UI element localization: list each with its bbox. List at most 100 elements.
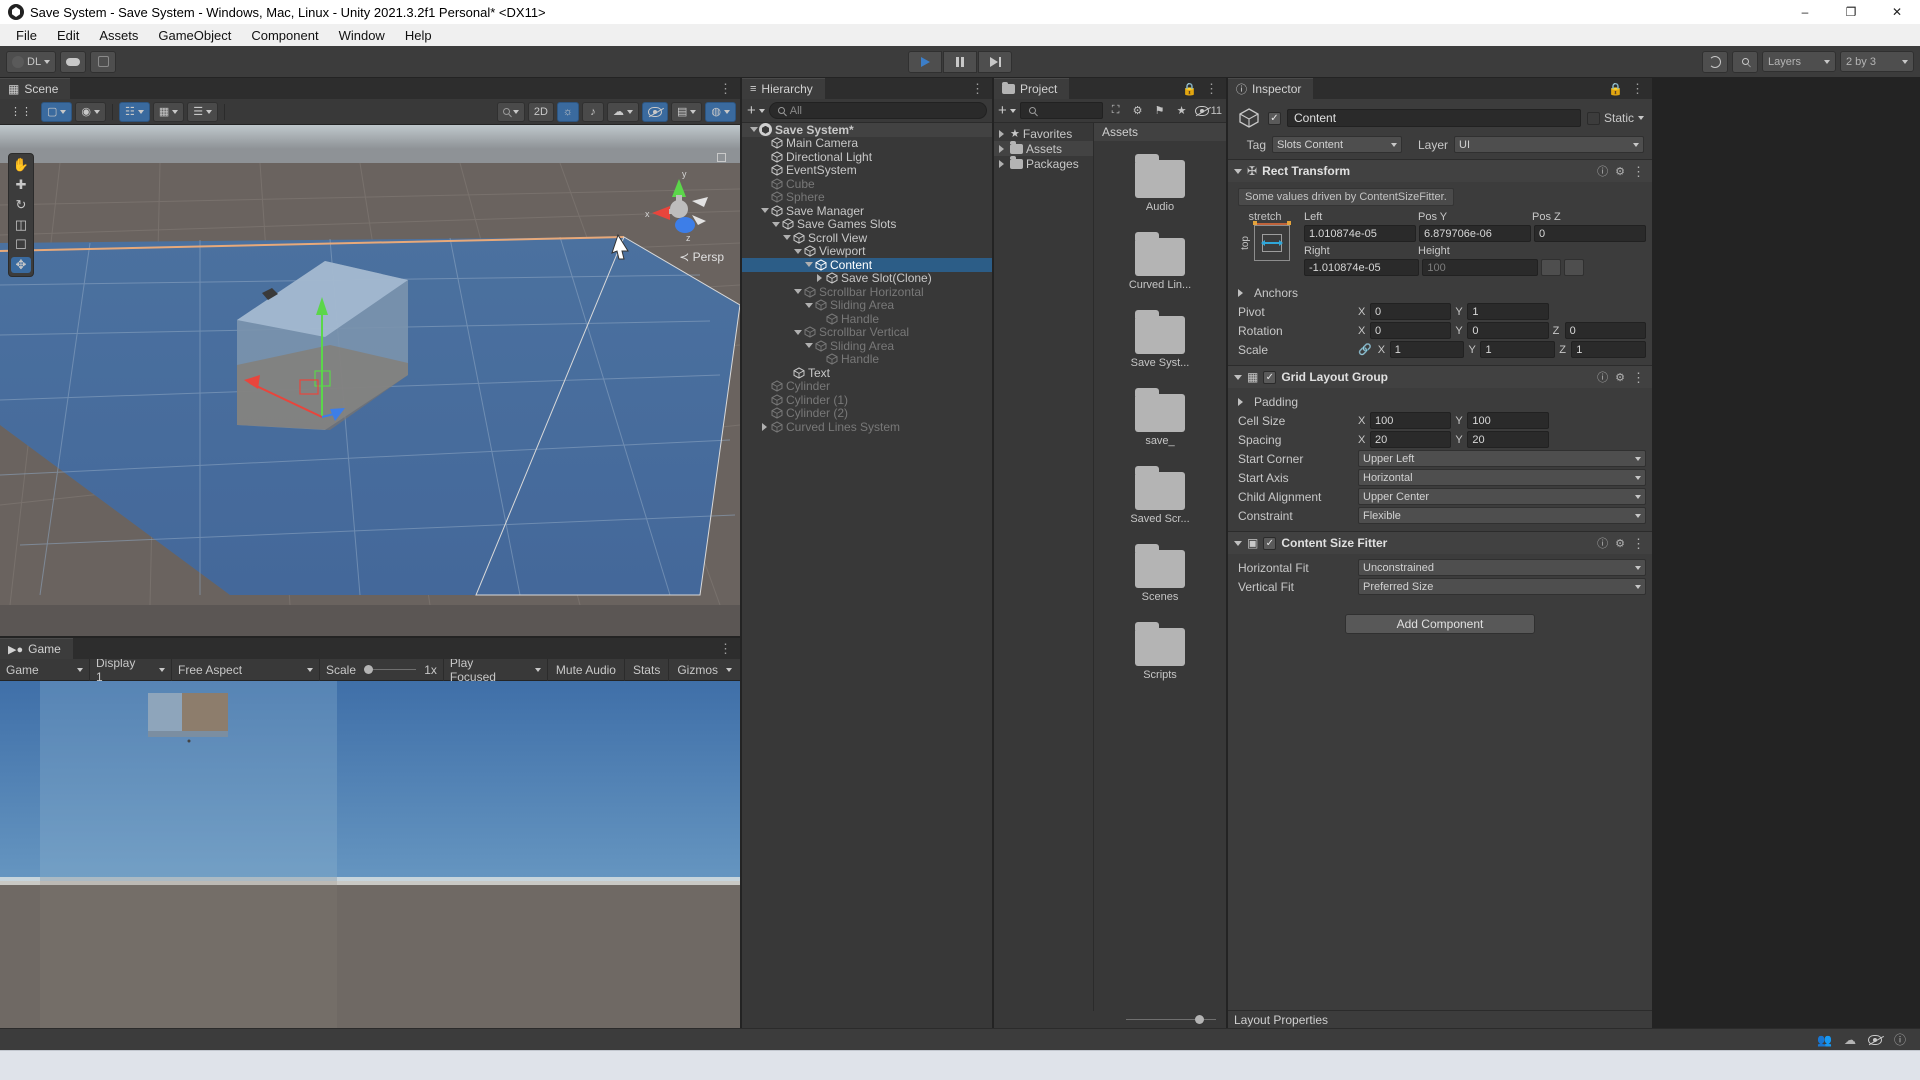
hierarchy-tree[interactable]: Save System* Main Camera Directional Light… <box>742 123 992 1028</box>
help-icon[interactable]: ⓘ <box>1597 369 1608 385</box>
chevron-right-icon[interactable] <box>996 129 1007 138</box>
hierarchy-item[interactable]: EventSystem <box>742 163 992 177</box>
pos-y-field[interactable]: 6.879706e-06 <box>1419 225 1531 242</box>
menu-item-gameobject[interactable]: GameObject <box>148 26 241 45</box>
object-name-input[interactable]: Content <box>1287 109 1581 127</box>
scene-projection-label[interactable]: ≺ Persp <box>679 250 724 264</box>
project-tree-item[interactable]: Assets <box>994 141 1093 156</box>
undo-history-button[interactable] <box>1702 50 1728 73</box>
hierarchy-add-button[interactable]: + <box>747 103 765 118</box>
step-button[interactable] <box>978 50 1012 73</box>
maximize-button[interactable]: ❐ <box>1828 0 1874 24</box>
scene-snap-toggle[interactable]: ☰ <box>187 101 219 122</box>
scene-camera-dropdown[interactable]: ▤ <box>670 101 703 122</box>
project-folder-tree[interactable]: ★ Favorites Assets Packages <box>994 123 1094 1011</box>
cloud-button[interactable] <box>60 50 87 73</box>
project-search-input[interactable] <box>1019 102 1103 119</box>
hierarchy-item[interactable]: Main Camera <box>742 136 992 150</box>
scene-orientation-gizmo[interactable]: y x z <box>636 165 722 251</box>
kebab-icon[interactable]: ⋮ <box>1205 82 1219 95</box>
blueprint-mode-button[interactable] <box>1540 259 1561 276</box>
scene-gizmo-toggle[interactable]: ☷ <box>119 101 150 122</box>
slider-knob[interactable] <box>1195 1015 1204 1024</box>
game-tab-menu[interactable]: ⋮ <box>712 638 740 659</box>
menu-item-component[interactable]: Component <box>241 26 328 45</box>
menu-item-window[interactable]: Window <box>329 26 395 45</box>
hierarchy-item[interactable]: Save Manager <box>742 204 992 218</box>
hierarchy-item[interactable]: Handle <box>742 352 992 366</box>
chevron-right-icon[interactable] <box>814 274 825 283</box>
global-search-button[interactable] <box>1732 50 1758 73</box>
move-tool-icon[interactable]: ✚ <box>16 177 27 193</box>
menu-item-help[interactable]: Help <box>395 26 442 45</box>
rect-tool-icon[interactable]: ☐ <box>15 237 27 253</box>
chevron-down-icon[interactable] <box>759 208 770 214</box>
scene-search-button[interactable] <box>496 101 525 122</box>
hierarchy-item[interactable]: Cylinder <box>742 379 992 393</box>
project-asset-item[interactable]: Saved Scr... <box>1094 459 1226 537</box>
child-alignment-dropdown[interactable]: Upper Center <box>1358 488 1646 505</box>
project-asset-item[interactable]: Curved Lin... <box>1094 225 1226 303</box>
hierarchy-item[interactable]: Cylinder (1) <box>742 393 992 407</box>
grid-layout-enabled-checkbox[interactable]: ✓ <box>1263 370 1277 384</box>
static-checkbox[interactable] <box>1586 111 1600 125</box>
hierarchy-item[interactable]: Curved Lines System <box>742 420 992 434</box>
hierarchy-item[interactable]: Handle <box>742 312 992 326</box>
raw-edit-mode-button[interactable] <box>1563 259 1584 276</box>
project-tab-controls[interactable]: 🔒 ⋮ <box>1175 78 1226 99</box>
game-mute-audio-button[interactable]: Mute Audio <box>548 658 625 681</box>
rotation-x-field[interactable]: 0 <box>1370 322 1452 339</box>
rotate-tool-icon[interactable]: ↻ <box>16 197 27 213</box>
preset-icon[interactable]: ⚙ <box>1615 165 1625 178</box>
chevron-down-icon[interactable] <box>803 343 814 349</box>
menu-item-file[interactable]: File <box>6 26 47 45</box>
chevron-down-icon[interactable] <box>770 221 781 227</box>
hierarchy-item[interactable]: Cube <box>742 177 992 191</box>
start-axis-dropdown[interactable]: Horizontal <box>1358 469 1646 486</box>
chevron-down-icon[interactable] <box>792 329 803 335</box>
pause-button[interactable] <box>943 50 977 73</box>
tag-dropdown[interactable]: Slots Content <box>1272 136 1402 153</box>
chevron-right-icon[interactable] <box>996 159 1007 168</box>
scale-x-field[interactable]: 1 <box>1389 341 1465 358</box>
lock-icon[interactable]: 🔒 <box>1608 82 1623 96</box>
project-tree-item[interactable]: Packages <box>994 156 1093 171</box>
content-size-fitter-header[interactable]: ▣ ✓ Content Size Fitter ⓘ ⚙ ⋮ <box>1228 532 1652 554</box>
static-toggle[interactable]: Static <box>1586 111 1644 125</box>
scene-visibility-toggle[interactable] <box>641 101 668 122</box>
start-corner-dropdown[interactable]: Upper Left <box>1358 450 1646 467</box>
pivot-x-field[interactable]: 0 <box>1370 303 1452 320</box>
preset-icon[interactable]: ⚙ <box>1615 537 1625 550</box>
hierarchy-item[interactable]: Text <box>742 366 992 380</box>
hierarchy-item[interactable]: Scrollbar Horizontal <box>742 285 992 299</box>
chevron-down-icon[interactable] <box>781 235 792 241</box>
close-button[interactable]: ✕ <box>1874 0 1920 24</box>
scene-viewport[interactable]: ✋ ✚ ↻ ◫ ☐ ✥ y x z ≺ Persp <box>0 125 740 636</box>
chevron-down-icon[interactable] <box>748 127 759 133</box>
padding-row[interactable]: Padding <box>1234 392 1646 411</box>
game-gizmos-dropdown[interactable]: Gizmos <box>669 659 740 681</box>
rotation-z-field[interactable]: 0 <box>1564 322 1646 339</box>
scale-y-field[interactable]: 1 <box>1480 341 1556 358</box>
scene-2d-toggle[interactable]: ◉ <box>75 101 107 122</box>
layers-dropdown[interactable]: Layers <box>1762 51 1836 72</box>
chevron-down-icon[interactable] <box>803 302 814 308</box>
layer-dropdown[interactable]: UI <box>1454 136 1644 153</box>
project-asset-item[interactable]: Audio <box>1094 147 1226 225</box>
tab-project[interactable]: Project <box>994 78 1070 99</box>
chevron-right-icon[interactable] <box>996 144 1007 153</box>
lock-icon[interactable]: 🔒 <box>1182 82 1197 96</box>
hierarchy-item[interactable]: Content <box>742 258 992 272</box>
project-asset-item[interactable]: Scenes <box>1094 537 1226 615</box>
transform-tool-icon[interactable]: ✥ <box>11 257 31 273</box>
hierarchy-tab-menu[interactable]: ⋮ <box>964 78 992 99</box>
hierarchy-item[interactable]: Save Slot(Clone) <box>742 271 992 285</box>
chevron-down-icon[interactable] <box>1234 540 1242 546</box>
kebab-icon[interactable]: ⋮ <box>1632 537 1646 550</box>
hierarchy-search-input[interactable]: All <box>768 102 987 119</box>
project-open-search-window-icon[interactable]: ⛶ <box>1107 102 1125 120</box>
hierarchy-item[interactable]: Sphere <box>742 190 992 204</box>
scene-2d-button[interactable]: 2D <box>527 101 554 122</box>
project-asset-grid[interactable]: Audio Curved Lin... Save Syst... save_ Saved… <box>1094 141 1226 1011</box>
project-filter-favorite-icon[interactable]: ★ <box>1173 102 1191 120</box>
